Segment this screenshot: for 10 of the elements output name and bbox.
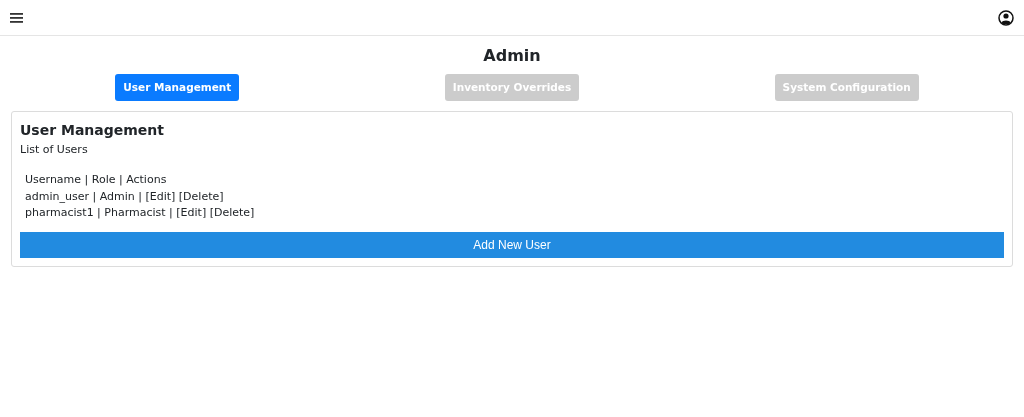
user-list-line: pharmacist1 | Pharmacist | [Edit] [Delete] — [25, 205, 256, 221]
tab[interactable]: User Management — [115, 74, 240, 101]
user-list-line: admin_user | Admin | [Edit] [Delete] — [25, 188, 225, 205]
user-account-icon[interactable] — [998, 9, 1014, 26]
panel-title: User Management — [20, 121, 166, 140]
menu-icon[interactable] — [10, 12, 23, 23]
user-list-line: Username | Role | Actions — [25, 172, 168, 188]
page-title: Admin — [482, 46, 542, 66]
add-new-user-button[interactable]: Add New User — [20, 231, 1004, 258]
panel-subtitle: List of Users — [20, 143, 89, 157]
